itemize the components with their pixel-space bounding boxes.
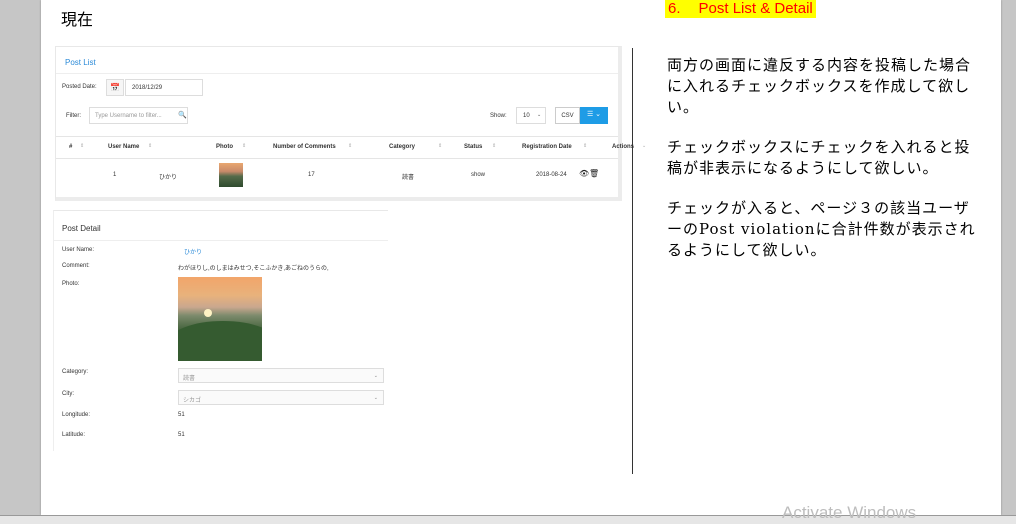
sun-shape	[204, 309, 212, 317]
post-detail-panel: Post Detail User Name: ひかり Comment: わがほり…	[53, 210, 388, 451]
longitude-value: 51	[178, 412, 185, 418]
sort-icon[interactable]: ⇕	[583, 143, 587, 149]
trash-icon[interactable]: 🗑	[589, 169, 599, 178]
chevron-down-icon: ⌄	[373, 395, 378, 401]
city-label: City:	[62, 391, 74, 397]
row-status: show	[471, 172, 486, 178]
latitude-value: 51	[178, 432, 185, 438]
row-category: 読書	[402, 175, 415, 181]
sort-icon[interactable]: ⇕	[438, 143, 442, 149]
filter-input[interactable]: Type Username to filter...	[89, 107, 188, 124]
hill-shape	[178, 321, 262, 361]
note-paragraph: 両方の画面に違反する内容を投稿した場合に入れるチェックボックスを作成して欲しい。	[667, 56, 972, 116]
vertical-divider	[632, 48, 633, 474]
chevron-down-icon[interactable]: ⌄	[642, 143, 646, 149]
table-header: # ⇕ User Name ⇕ Photo ⇕ Number of Commen…	[56, 136, 646, 159]
column-menu-button[interactable]: ☰ ⌄	[580, 107, 608, 124]
column-header[interactable]: User Name	[108, 144, 139, 150]
posted-date-input[interactable]: 2018/12/29	[125, 79, 203, 96]
divider	[54, 240, 388, 241]
sort-icon[interactable]: ⇕	[242, 143, 246, 149]
row-registration-date: 2018-08-24	[536, 172, 567, 178]
section-title-text: Post List & Detail	[698, 0, 813, 17]
category-value: 読書	[183, 376, 196, 382]
column-header[interactable]: Category	[389, 144, 415, 150]
sort-icon[interactable]: ⇕	[148, 143, 152, 149]
post-list-panel: Post List Posted Date: 📅 2018/12/29 Filt…	[55, 46, 646, 201]
photo-thumbnail[interactable]	[219, 163, 243, 187]
category-select[interactable]: 読書 ⌄	[178, 368, 384, 383]
note-paragraph: チェックボックスにチェックを入れると投稿が非表示になるようにして欲しい。	[667, 138, 971, 177]
column-header[interactable]: Status	[464, 144, 482, 150]
city-select[interactable]: シカゴ ⌄	[178, 390, 384, 405]
posted-date-label: Posted Date:	[62, 84, 97, 90]
column-header[interactable]: Registration Date	[522, 144, 572, 150]
section-title: 6. Post List & Detail	[665, 0, 816, 18]
current-heading: 現在	[61, 10, 94, 29]
post-list-title: Post List	[65, 58, 96, 67]
category-label: Category:	[62, 369, 89, 375]
sort-icon[interactable]: ⇕	[348, 143, 352, 149]
sort-icon[interactable]: ⇕	[492, 143, 496, 149]
post-detail-title: Post Detail	[62, 224, 101, 233]
column-header[interactable]: Photo	[216, 144, 233, 150]
divider	[56, 73, 618, 74]
note-paragraph: チェックが入ると、ページ３の該当ユーザーのPost violationに合計件数…	[667, 199, 976, 259]
filter-label: Filter:	[66, 113, 81, 119]
photo-label: Photo:	[62, 281, 80, 287]
user-name-link[interactable]: ひかり	[184, 247, 202, 256]
row-user-name: ひかり	[159, 175, 178, 181]
column-header[interactable]: #	[69, 144, 72, 150]
row-comments: 17	[308, 172, 315, 178]
chevron-down-icon: ⌄	[537, 112, 542, 118]
eye-icon[interactable]: 👁	[579, 169, 589, 178]
activate-windows-watermark: Activate Windows	[782, 503, 917, 522]
calendar-icon[interactable]: 📅	[106, 79, 124, 96]
longitude-label: Longitude:	[62, 412, 91, 418]
column-header[interactable]: Number of Comments	[273, 144, 336, 150]
show-select[interactable]: 10	[516, 107, 546, 124]
csv-button[interactable]: CSV	[555, 107, 580, 124]
presentation-slide: 現在 6. Post List & Detail Post List Posted…	[41, 0, 1001, 515]
requirements-notes: 両方の画面に違反する内容を投稿した場合に入れるチェックボックスを作成して欲しい。…	[667, 55, 982, 280]
show-label: Show:	[490, 113, 507, 119]
section-number: 6.	[668, 0, 681, 17]
sort-icon[interactable]: ⇕	[80, 143, 84, 149]
latitude-label: Latitude:	[62, 432, 86, 438]
post-photo	[178, 277, 262, 361]
menu-icon: ☰ ⌄	[586, 111, 602, 118]
column-header: Actions	[612, 144, 635, 150]
row-number: 1	[113, 172, 117, 178]
comment-label: Comment:	[62, 263, 90, 269]
user-name-label: User Name:	[62, 247, 95, 253]
comment-value: わがほりし,のしまはみせつ,そこふかき,あごねのうらの,	[178, 266, 329, 272]
city-value: シカゴ	[183, 398, 202, 404]
chevron-down-icon: ⌄	[373, 373, 378, 379]
search-icon[interactable]: 🔍	[178, 111, 187, 119]
